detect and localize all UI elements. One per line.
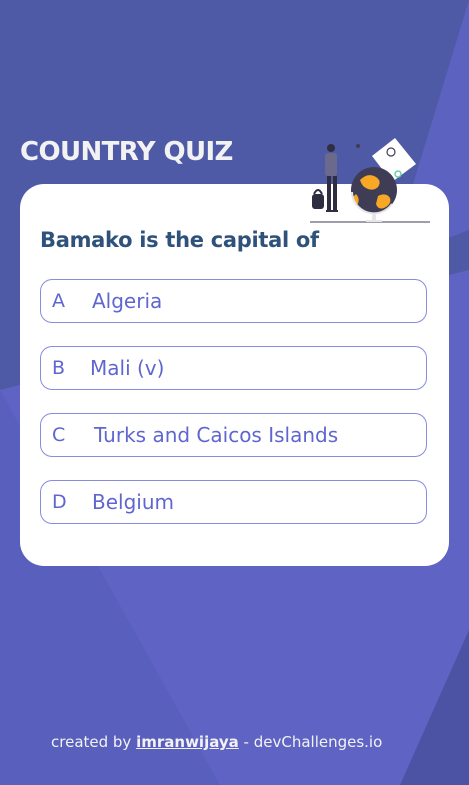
option-b[interactable]: B Mali (v): [40, 346, 427, 390]
quiz-card: Bamako is the capital of A Algeria B Mal…: [20, 184, 449, 566]
quiz-page: { "app": { "title": "COUNTRY QUIZ" }, "q…: [0, 0, 469, 785]
option-label: Turks and Caicos Islands: [94, 423, 339, 447]
question-text: Bamako is the capital of: [40, 228, 319, 252]
option-letter: C: [52, 424, 66, 446]
option-letter: A: [52, 290, 65, 312]
option-d[interactable]: D Belgium: [40, 480, 427, 524]
footer-suffix: - devChallenges.io: [243, 733, 383, 751]
traveler-with-globe-illustration: [310, 138, 430, 223]
author-link[interactable]: imranwijaya: [136, 733, 239, 751]
option-label: Belgium: [92, 490, 174, 514]
option-c[interactable]: C Turks and Caicos Islands: [40, 413, 427, 457]
option-label: Algeria: [92, 289, 163, 313]
option-letter: B: [52, 357, 66, 379]
option-letter: D: [52, 491, 67, 513]
footer-credit: created by imranwijaya - devChallenges.i…: [51, 733, 382, 751]
app-title: COUNTRY QUIZ: [20, 137, 233, 167]
option-a[interactable]: A Algeria: [40, 279, 427, 323]
footer-prefix: created by: [51, 733, 132, 751]
option-label: Mali (v): [90, 356, 165, 380]
